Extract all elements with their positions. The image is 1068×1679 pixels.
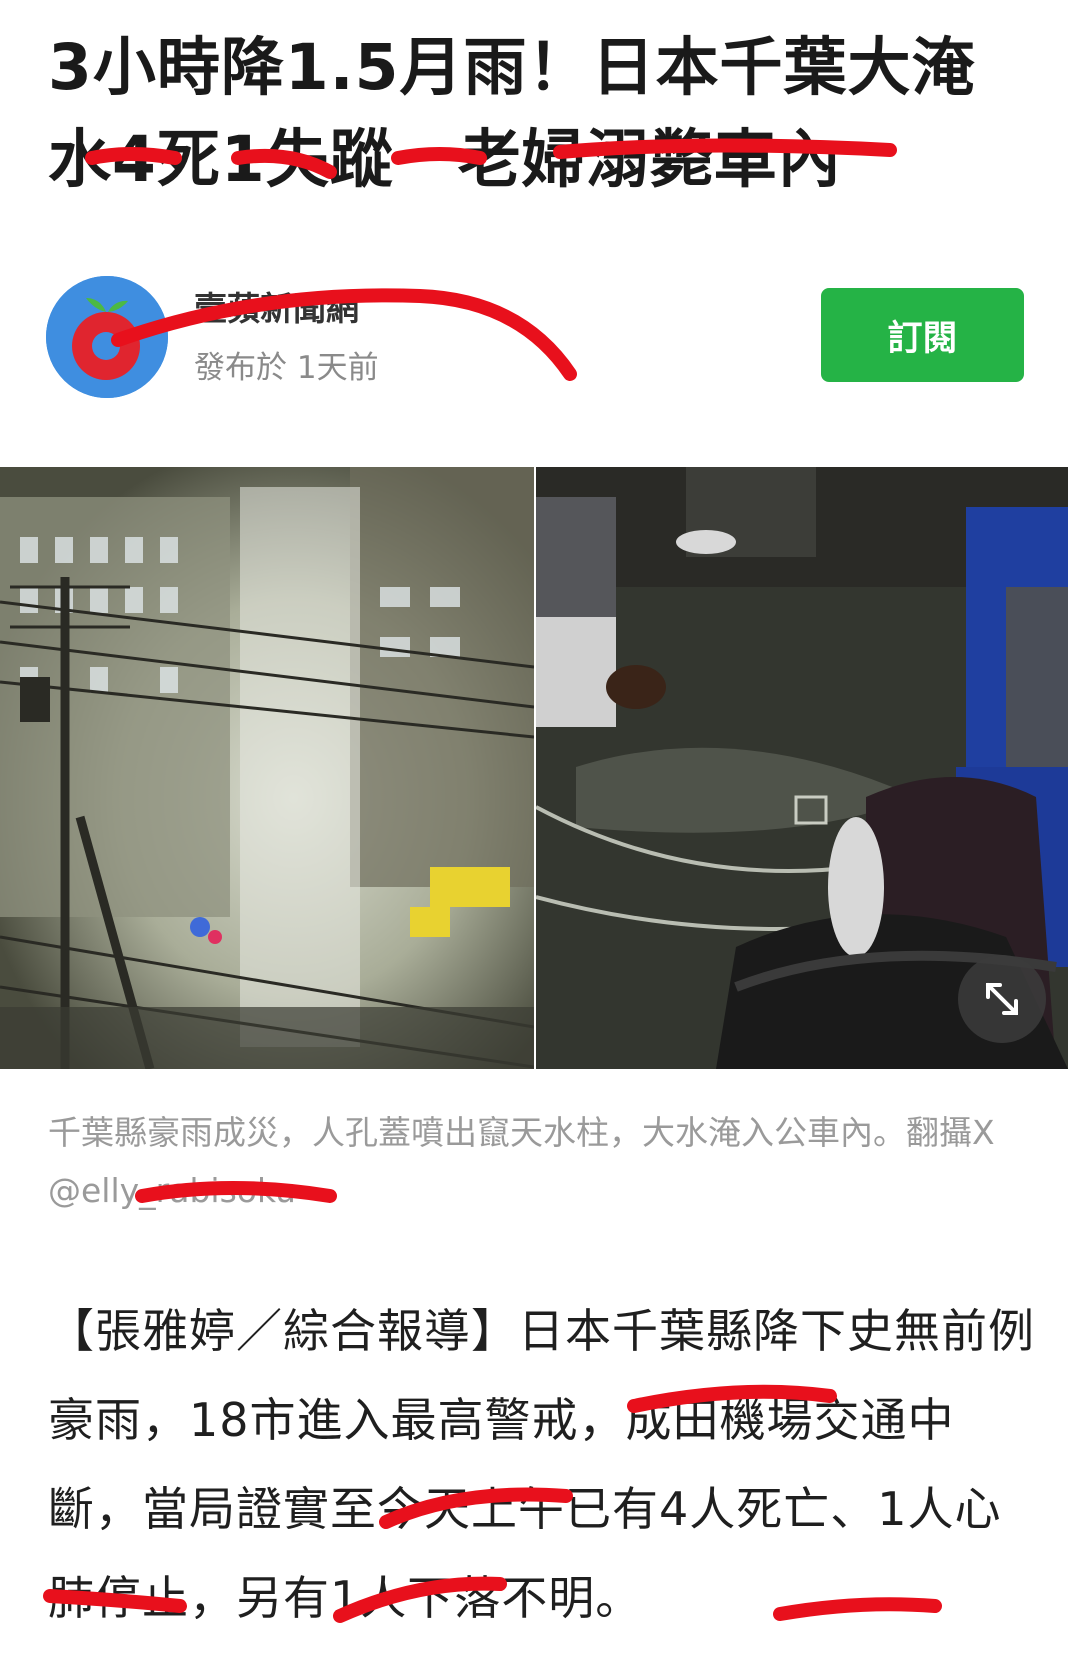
- expand-photo-button[interactable]: [958, 955, 1046, 1043]
- flooded-bus-photo: [536, 467, 1068, 1069]
- article-headline: 3小時降1.5月雨！日本千葉大淹水4死1失蹤 老婦溺斃車內: [48, 31, 976, 196]
- article-photo[interactable]: [0, 467, 1068, 1069]
- publisher-bar: 壹蘋新聞網 發布於 1天前 訂閱: [46, 272, 1026, 402]
- expand-icon: [986, 983, 1018, 1015]
- subscribe-button[interactable]: 訂閱: [821, 288, 1024, 382]
- photo-caption: 千葉縣豪雨成災，人孔蓋噴出竄天水柱，大水淹入公車內。翻攝X @elly_rabi…: [48, 1113, 995, 1210]
- publisher-avatar[interactable]: [46, 276, 168, 398]
- flood-street-photo: [0, 467, 534, 1069]
- apple-logo-icon: [46, 276, 168, 398]
- published-time: 發布於 1天前: [194, 350, 379, 386]
- publisher-name[interactable]: 壹蘋新聞網: [194, 282, 359, 330]
- article-body: 【張雅婷／綜合報導】日本千葉縣降下史無前例豪雨，18市進入最高警戒，成田機場交通…: [48, 1304, 1035, 1625]
